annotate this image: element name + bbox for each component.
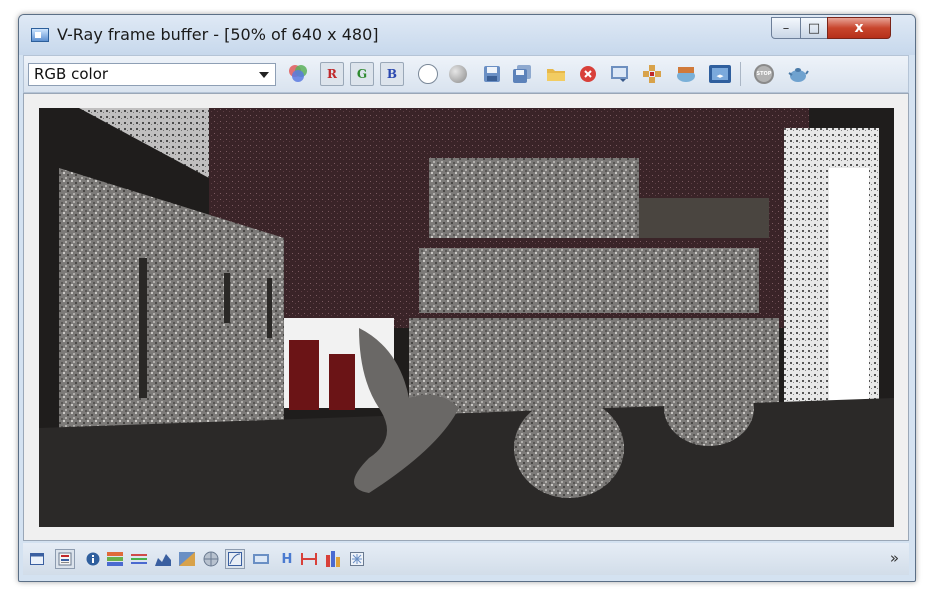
close-button[interactable]: x [827,17,891,39]
chevron-down-icon [259,72,269,78]
duplicate-to-max-fb-button[interactable] [608,62,632,86]
minimize-button[interactable]: – [771,17,801,39]
render-icon: ◂▸ [709,65,731,83]
region-render-icon [677,67,695,82]
lens-effects-icon [350,552,364,566]
stop-render-button[interactable]: STOP [752,62,776,86]
background-button[interactable] [203,551,219,567]
info-icon [86,552,100,566]
curve-button[interactable] [155,551,171,567]
duplicate-to-max-fb-icon [611,66,628,82]
lens-effects-button[interactable] [349,551,365,567]
vertical-flip-button[interactable] [301,551,317,567]
lut-button[interactable] [253,551,269,567]
blue-channel-icon: B [386,67,398,81]
color-correction-button[interactable] [286,62,310,86]
track-mouse-button[interactable] [640,62,664,86]
exposure-button[interactable] [179,551,195,567]
levels-icon [131,554,147,564]
bottom-toolbar: H » [23,543,909,575]
app-icon [31,28,49,42]
red-channel-icon: R [327,67,337,81]
teapot-render-button[interactable] [786,62,810,86]
vray-frame-buffer-window: V-Ray frame buffer - [50% of 640 x 480] … [18,14,916,582]
render-button[interactable]: ◂▸ [708,62,732,86]
save-image-button[interactable] [480,62,504,86]
render-preview-image [39,108,894,527]
show-corrections-button[interactable] [325,551,341,567]
track-mouse-icon [643,65,661,83]
title-bar[interactable]: V-Ray frame buffer - [50% of 640 x 480] … [19,15,915,55]
curve-icon [155,554,171,566]
green-channel-button[interactable]: G [350,62,374,86]
horizontal-flip-button[interactable]: H [279,551,295,567]
color-correction-icon [289,65,307,82]
load-image-icon [547,69,565,81]
history-icon [58,552,72,566]
show-corrections-icon [326,551,340,567]
rendered-image [39,108,894,527]
srgb-button[interactable] [225,549,245,569]
hsv-correction-button[interactable] [107,551,123,567]
svg-text:◂▸: ◂▸ [716,72,724,80]
channel-select-value: RGB color [34,65,109,83]
image-viewport[interactable] [23,93,909,541]
teapot-render-icon [788,68,809,82]
region-render-button[interactable] [674,62,698,86]
hsv-correction-icon [107,552,123,566]
exposure-icon [179,552,195,566]
mono-display-button[interactable] [446,62,470,86]
red-channel-button[interactable]: R [320,62,344,86]
toolbar: RGB color R G B ◂▸ STOP [23,55,909,93]
window-title: V-Ray frame buffer - [50% of 640 x 480] [57,25,379,44]
toolbar-divider [740,62,741,86]
green-channel-icon: G [356,67,368,81]
info-button[interactable] [85,551,101,567]
close-icon: x [854,20,864,36]
clear-image-icon [580,66,596,82]
expand-panel-button[interactable]: » [890,549,899,567]
vertical-flip-icon [301,553,317,565]
mono-display-icon [449,65,467,83]
white-display-icon [418,64,438,84]
clear-image-button[interactable] [576,62,600,86]
double-chevron-icon: » [889,549,899,567]
blue-channel-button[interactable]: B [380,62,404,86]
stop-render-label: STOP [756,71,772,77]
maximize-button[interactable]: □ [800,17,828,39]
save-all-images-icon [513,65,531,83]
save-image-icon [484,66,500,82]
save-all-images-button[interactable] [510,62,534,86]
channel-select[interactable]: RGB color [28,63,276,86]
lut-icon [253,554,269,564]
background-icon [203,551,219,567]
white-display-button[interactable] [416,62,440,86]
history-button[interactable] [55,549,75,569]
load-image-button[interactable] [544,62,568,86]
horizontal-flip-icon: H [281,551,293,567]
levels-button[interactable] [131,551,147,567]
srgb-icon [228,552,242,566]
minimize-icon: – [782,20,790,36]
display-window-icon [30,553,44,565]
maximize-icon: □ [807,20,821,36]
display-window-button[interactable] [29,551,45,567]
